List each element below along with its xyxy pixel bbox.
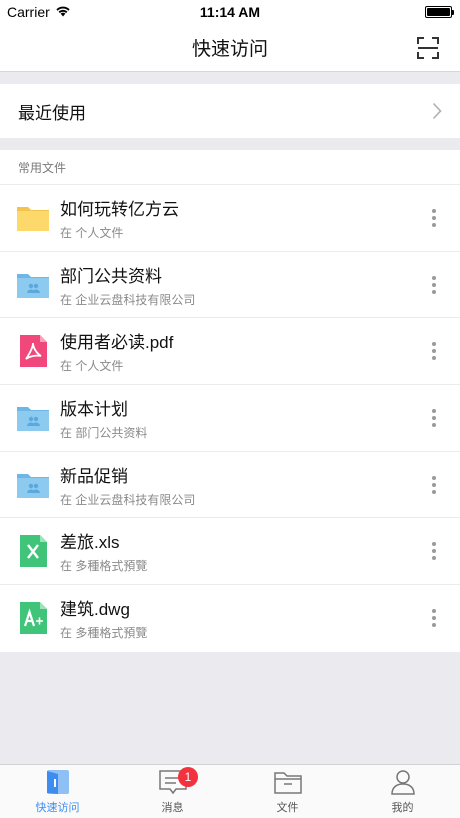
battery-level — [427, 8, 450, 16]
excel-file-icon — [20, 535, 47, 568]
file-row[interactable]: 部门公共资料 在 企业云盘科技有限公司 — [0, 252, 460, 319]
shared-folder-icon — [17, 406, 49, 431]
recent-used-row[interactable]: 最近使用 — [0, 84, 460, 138]
more-options-button[interactable] — [426, 407, 442, 429]
file-location: 在 企业云盘科技有限公司 — [60, 492, 196, 507]
file-row[interactable]: 新品促销 在 企业云盘科技有限公司 — [0, 452, 460, 519]
tab-bar: 快速访问 1 消息 文件 我的 — [0, 764, 460, 818]
scan-icon — [417, 37, 439, 59]
nav-bar: 快速访问 — [0, 24, 460, 72]
quick-access-icon — [46, 770, 69, 794]
pdf-file-icon — [20, 335, 47, 368]
shared-folder-icon — [17, 273, 49, 298]
file-location: 在 企业云盘科技有限公司 — [60, 292, 196, 307]
tab-messages[interactable]: 1 消息 — [115, 765, 230, 818]
page-title: 快速访问 — [191, 39, 268, 60]
file-row[interactable]: 如何玩转亿方云 在 个人文件 — [0, 185, 460, 252]
file-location: 在 个人文件 — [60, 225, 124, 240]
tab-profile[interactable]: 我的 — [345, 765, 460, 818]
file-location: 在 多種格式預覽 — [60, 626, 148, 641]
tab-label: 文件 — [276, 802, 299, 814]
file-location: 在 部门公共资料 — [60, 425, 148, 440]
recent-used-label: 最近使用 — [18, 103, 86, 123]
more-options-button[interactable] — [426, 274, 442, 296]
tab-label: 快速访问 — [35, 802, 80, 814]
file-row[interactable]: 建筑.dwg 在 多種格式預覽 — [0, 585, 460, 652]
file-name: 部门公共资料 — [60, 266, 162, 286]
tab-files[interactable]: 文件 — [230, 765, 345, 818]
file-name: 差旅.xls — [60, 533, 120, 553]
file-location: 在 多種格式預覽 — [60, 559, 148, 574]
more-options-button[interactable] — [426, 207, 442, 229]
carrier-label: Carrier — [7, 4, 50, 20]
battery-icon — [425, 6, 454, 18]
chevron-right-icon — [432, 102, 442, 120]
file-row[interactable]: 使用者必读.pdf 在 个人文件 — [0, 318, 460, 386]
common-files-section: 常用文件 如何玩转亿方云 在 个人文件 部门公共资料 在 企业云盘科技有限公司 — [0, 150, 460, 652]
tab-quick-access[interactable]: 快速访问 — [0, 765, 115, 818]
more-options-button[interactable] — [426, 340, 442, 362]
status-left: Carrier — [7, 4, 71, 20]
file-name: 使用者必读.pdf — [60, 333, 174, 353]
folder-yellow-icon — [17, 206, 49, 231]
file-row[interactable]: 差旅.xls 在 多種格式預覽 — [0, 518, 460, 586]
file-row[interactable]: 版本计划 在 部门公共资料 — [0, 385, 460, 452]
more-options-button[interactable] — [426, 607, 442, 629]
scan-button[interactable] — [416, 36, 440, 60]
section-header: 常用文件 — [0, 150, 460, 185]
more-options-button[interactable] — [426, 474, 442, 496]
wifi-icon — [55, 4, 71, 20]
shared-folder-icon — [17, 473, 49, 498]
file-name: 新品促销 — [60, 466, 128, 486]
status-bar: Carrier 11:14 AM — [0, 0, 460, 24]
unread-badge: 1 — [178, 767, 198, 787]
files-icon — [273, 772, 302, 794]
file-name: 如何玩转亿方云 — [60, 199, 179, 219]
file-name: 版本计划 — [60, 399, 128, 419]
tab-label: 我的 — [391, 802, 414, 814]
file-name: 建筑.dwg — [60, 600, 130, 620]
profile-icon — [390, 770, 415, 795]
tab-label: 消息 — [161, 802, 184, 814]
more-options-button[interactable] — [426, 540, 442, 562]
file-location: 在 个人文件 — [60, 359, 124, 374]
dwg-file-icon — [20, 602, 47, 635]
